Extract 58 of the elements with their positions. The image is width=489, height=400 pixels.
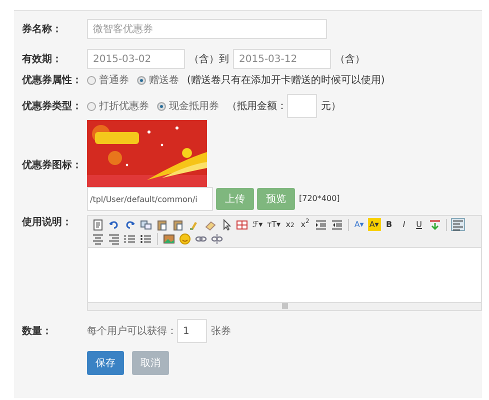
italic-button[interactable]: I: [398, 218, 411, 231]
insert-line-icon[interactable]: [428, 218, 442, 231]
option-label[interactable]: 打折优惠券: [99, 98, 149, 114]
bullet-list-icon[interactable]: [139, 232, 153, 245]
quantity-label: 每个用户可以获得：: [87, 324, 177, 338]
radio-button[interactable]: [137, 76, 146, 85]
align-left-icon[interactable]: [450, 218, 465, 231]
radio-button[interactable]: [87, 102, 96, 110]
outdent-icon[interactable]: [330, 218, 344, 231]
radio-button[interactable]: [87, 76, 96, 85]
field-label: 优惠券图标：: [22, 158, 83, 173]
script-button[interactable]: x$_{2}$: [284, 218, 297, 231]
source-icon[interactable]: [91, 218, 105, 231]
format-button[interactable]: ℱ▾: [251, 218, 264, 231]
option-label[interactable]: 赠送卷: [149, 73, 179, 88]
hint-text: (赠送卷只有在添加开卡赠送的时候可以使用): [187, 74, 385, 88]
unit-text: 元）: [321, 100, 341, 114]
name-field[interactable]: 微智客优惠券: [87, 19, 327, 39]
align-center-icon[interactable]: [91, 232, 105, 245]
radio-button[interactable]: [157, 102, 166, 110]
script-button[interactable]: x$^{2}$: [298, 218, 312, 231]
range-text: （含）到: [189, 52, 229, 66]
numbered-list-icon[interactable]: [123, 232, 137, 245]
align-right-icon[interactable]: [107, 232, 121, 245]
format-button[interactable]: тT▾: [266, 218, 282, 231]
field-label: 数量：: [22, 324, 53, 338]
resize-handle-icon[interactable]: [280, 303, 288, 310]
font-color-button[interactable]: A▾: [352, 218, 366, 231]
table-icon[interactable]: [235, 218, 249, 231]
field-label: 有效期：: [22, 52, 63, 66]
path-field[interactable]: /tpl/User/default/common/i: [87, 187, 213, 211]
highlight-button[interactable]: A▾: [368, 218, 381, 231]
paste-icon[interactable]: [155, 218, 169, 231]
rich-text-editor[interactable]: ℱ▾ тT▾ x$_{2}$ x$^{2}$ A▾ A▾ B I U: [87, 215, 482, 311]
unlink-icon[interactable]: [210, 232, 224, 245]
size-hint: [720*400]: [299, 193, 340, 205]
amount-label: （抵用金额：: [227, 100, 287, 114]
field-label: 使用说明：: [22, 216, 73, 230]
paste-icon[interactable]: [171, 218, 185, 231]
inclusive-text: （含）: [335, 52, 365, 66]
quantity-field[interactable]: 1: [177, 319, 207, 343]
save-button[interactable]: 保存: [87, 351, 124, 375]
date-field[interactable]: 2015-03-12: [233, 49, 331, 69]
field-label: 券名称：: [22, 22, 63, 36]
bold-button[interactable]: B: [382, 218, 396, 231]
unit-text: 张券: [211, 324, 231, 338]
date-field[interactable]: 2015-03-02: [87, 49, 185, 69]
amount-field[interactable]: [287, 94, 317, 118]
smiley-icon[interactable]: [178, 232, 192, 245]
copy-icon[interactable]: [139, 218, 153, 231]
image-icon[interactable]: [162, 232, 176, 245]
redo-icon[interactable]: [123, 218, 137, 231]
field-label: 优惠券属性：: [22, 74, 83, 88]
option-label[interactable]: 现金抵用券: [169, 98, 219, 114]
underline-button[interactable]: U: [412, 218, 426, 231]
option-label[interactable]: 普通券: [99, 73, 129, 88]
indent-icon[interactable]: [314, 218, 328, 231]
field-label: 优惠券类型：: [22, 100, 83, 114]
